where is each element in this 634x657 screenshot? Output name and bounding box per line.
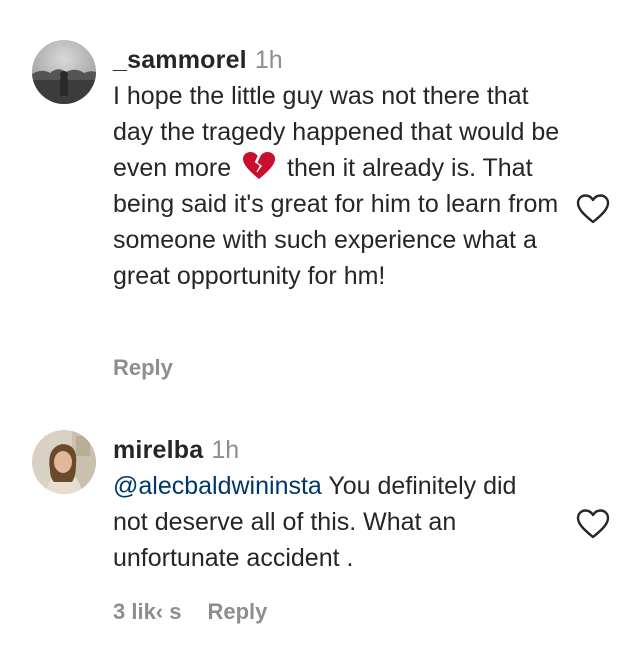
reply-button[interactable]: Reply (113, 355, 173, 380)
avatar[interactable] (32, 430, 96, 494)
username[interactable]: _sammorel (113, 46, 247, 74)
likes-count[interactable]: 3 lik‹ s (113, 599, 181, 624)
heart-outline-icon[interactable] (576, 193, 610, 225)
username[interactable]: mirelba (113, 436, 203, 464)
avatar-photo (32, 40, 96, 104)
comment-time: 1h (211, 436, 240, 464)
comment-time: 1h (254, 46, 283, 74)
comment-header: _sammorel 1h (113, 42, 568, 78)
avatar-photo (32, 430, 96, 494)
comment-text: @alecbaldwininsta You definitely did not… (113, 468, 543, 576)
broken-heart-emoji-icon (243, 152, 276, 179)
comment-header: mirelba 1h (113, 432, 568, 468)
reply-button[interactable]: Reply (207, 599, 267, 624)
comment-actions: Reply (113, 355, 199, 381)
mention-link[interactable]: @alecbaldwininsta (113, 472, 322, 500)
comment-text: I hope the little guy was not there that… (113, 78, 563, 294)
comment-actions: 3 lik‹ s Reply (113, 599, 293, 625)
avatar[interactable] (32, 40, 96, 104)
heart-outline-icon[interactable] (576, 508, 610, 540)
